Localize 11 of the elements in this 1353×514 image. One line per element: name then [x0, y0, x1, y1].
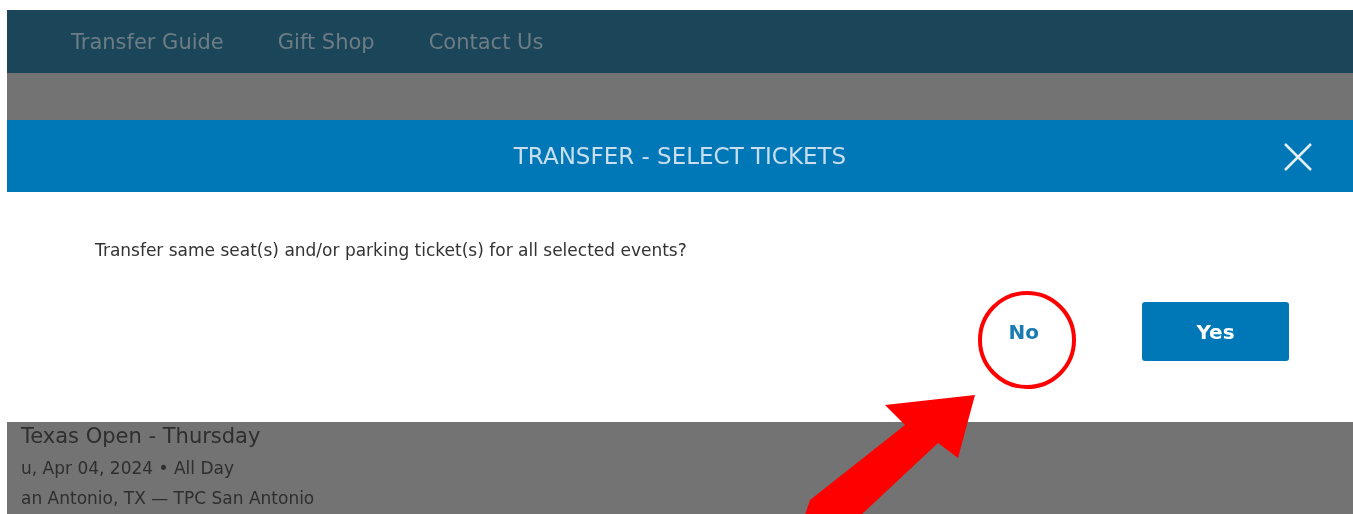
no-button[interactable]: No [1002, 302, 1045, 361]
yes-button[interactable]: Yes [1142, 302, 1289, 361]
event-title: Texas Open - Thursday [21, 424, 262, 448]
event-date: u, Apr 04, 2024 • All Day [21, 458, 235, 478]
close-button[interactable] [1283, 142, 1313, 172]
event-location: an Antonio, TX — TPC San Antonio [21, 488, 316, 508]
nav-link[interactable]: Contact Us [428, 29, 544, 54]
question-text: Transfer same seat(s) and/or parking ticket(s) for all selected events? [95, 240, 688, 260]
modal-title: TRANSFER - SELECT TICKETS [513, 143, 847, 169]
nav-link[interactable]: Transfer Guide [71, 29, 224, 54]
nav-link[interactable]: Gift Shop [277, 29, 375, 54]
